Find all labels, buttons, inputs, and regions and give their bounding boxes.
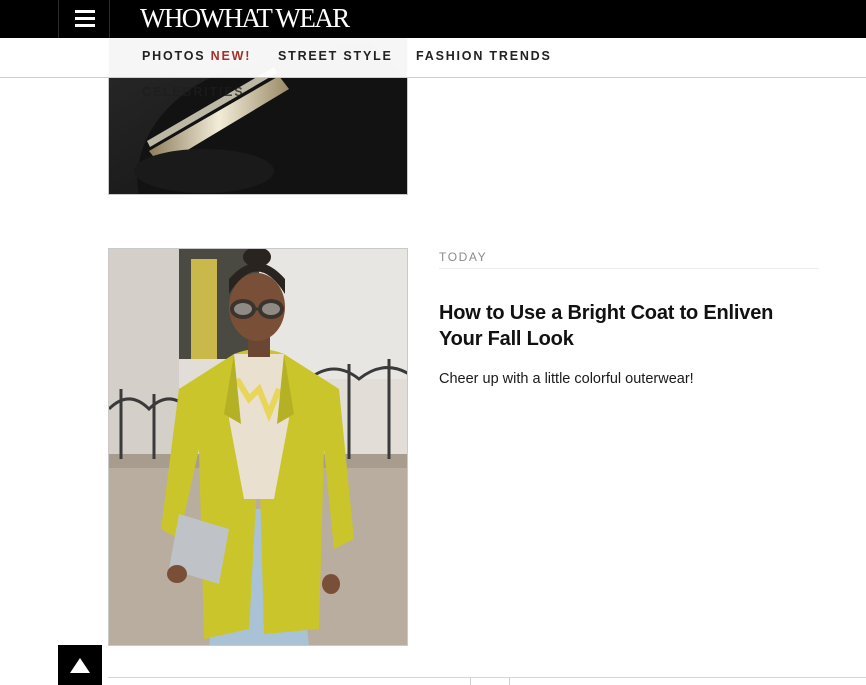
divider (439, 268, 819, 269)
new-badge: NEW! (210, 49, 252, 63)
article-summary: Cheer up with a little colorful outerwea… (439, 371, 694, 387)
top-bar: WHOWHAT WEAR (0, 0, 866, 38)
nav-item-label: STREET STYLE (278, 49, 393, 63)
hamburger-menu-icon (75, 10, 95, 13)
nav-item-street-style[interactable]: STREET STYLE (278, 49, 393, 63)
nav-item-label: PHOTOS (142, 49, 206, 63)
article-title-link[interactable]: How to Use a Bright Coat to Enliven Your… (439, 300, 819, 352)
divider (470, 677, 471, 685)
menu-button[interactable] (58, 0, 110, 38)
site-logo[interactable]: WHOWHAT WEAR (140, 3, 350, 33)
hamburger-menu-icon-bar (75, 17, 95, 20)
nav-item-photos[interactable]: PHOTOS NEW! (142, 49, 251, 63)
back-to-top-button[interactable] (58, 645, 102, 685)
article-date: TODAY (439, 250, 488, 264)
nav-item-fashion-trends[interactable]: FASHION TRENDS (416, 49, 552, 63)
divider (108, 677, 866, 678)
divider (509, 677, 510, 685)
nav-bar: PHOTOS NEW! STREET STYLE FASHION TRENDS (0, 38, 866, 78)
nav-item-celebrities[interactable]: CELEBRITIES (142, 85, 244, 99)
arrow-up-icon (70, 658, 90, 673)
yellow-coat-photo (109, 249, 407, 645)
article-image-yellow-coat[interactable] (108, 248, 408, 646)
hamburger-menu-icon-bar (75, 24, 95, 27)
nav-item-label: FASHION TRENDS (416, 49, 552, 63)
